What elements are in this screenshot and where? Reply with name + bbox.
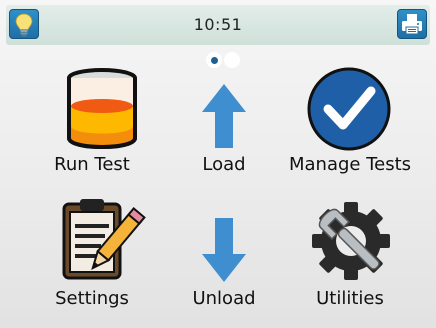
manage-tests-label: Manage Tests (288, 154, 412, 175)
utilities-tile[interactable]: Utilities (280, 196, 420, 316)
printer-icon (402, 14, 422, 35)
gear-wrench-icon (312, 202, 390, 280)
manage-tests-tile[interactable]: Manage Tests (280, 66, 420, 186)
arrow-up-icon (202, 84, 246, 148)
checkmark-icon (307, 67, 391, 151)
device-screen: 10:51 Run Test Load Manage Tests Setting… (0, 0, 436, 328)
print-button[interactable] (397, 9, 427, 39)
status-bar: 10:51 (6, 5, 430, 45)
clipboard-pencil-icon (62, 199, 146, 280)
arrow-down-icon (202, 218, 246, 282)
beaker-icon (67, 68, 137, 149)
utilities-label: Utilities (316, 288, 384, 309)
clock-time: 10:51 (193, 15, 243, 34)
